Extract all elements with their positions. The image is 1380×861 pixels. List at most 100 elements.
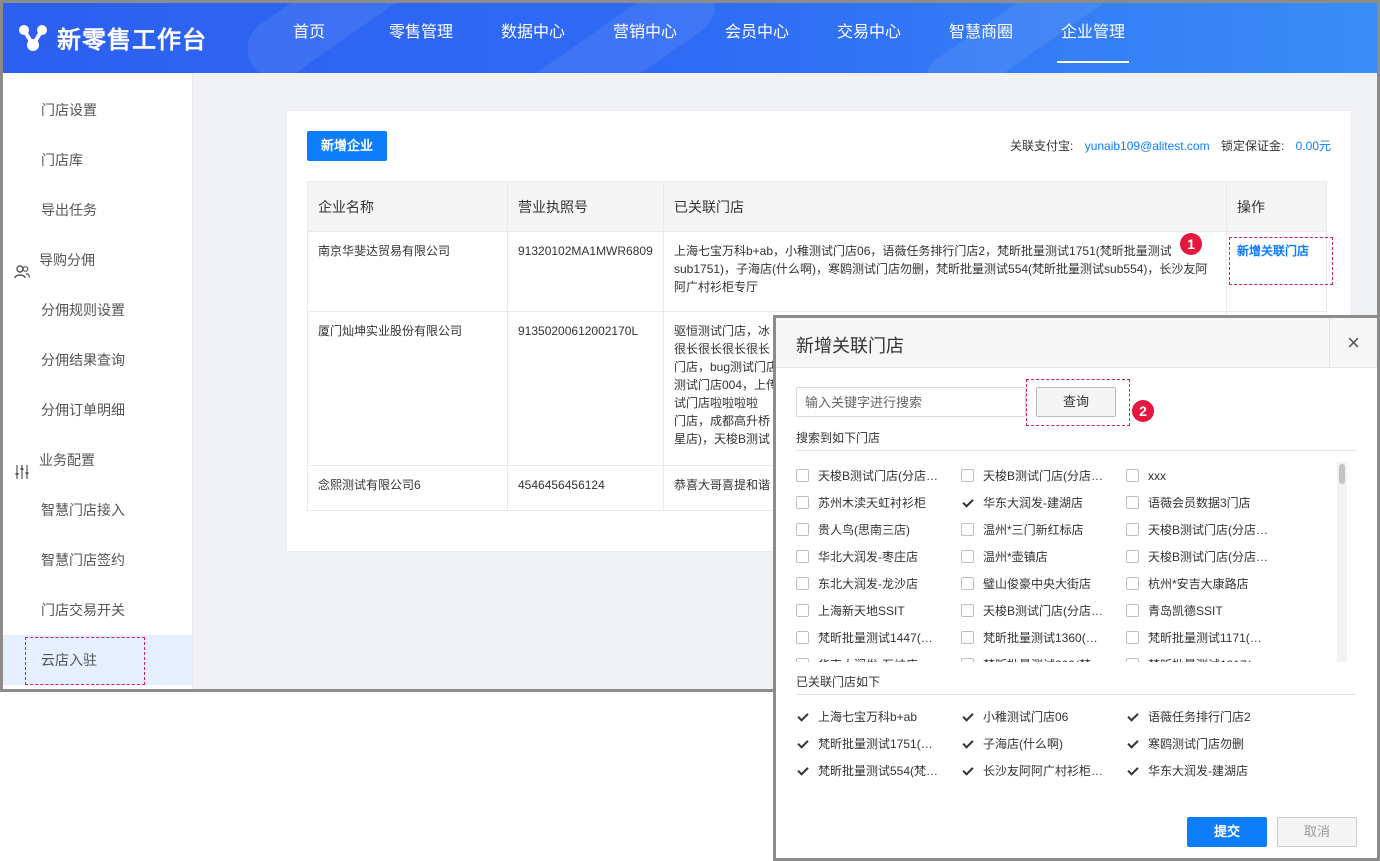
store-name: 寒鸥测试门店勿删 [1148,737,1245,751]
store-checkbox-item[interactable]: 天梭B测试门店(分店… [1126,543,1291,570]
store-checkbox-item[interactable]: 华东大润发-建湖店 [961,489,1126,516]
nav-item[interactable]: 数据中心 [497,3,569,63]
checkbox[interactable] [796,604,809,617]
sidebar-group[interactable]: 导购分佣 [3,235,192,285]
checkbox[interactable] [961,469,974,482]
sidebar-item[interactable]: 门店库 [3,135,192,185]
store-name: 温州*三门新红标店 [983,523,1084,537]
checkbox[interactable] [796,496,809,509]
store-checkbox-item[interactable]: 梵昕批量测试554(梵… [796,757,961,784]
checkbox[interactable] [796,577,809,590]
checkbox[interactable] [1126,469,1139,482]
store-checkbox-item[interactable]: 梵昕批量测试1817(… [1126,651,1291,662]
store-checkbox-item[interactable]: 梵昕批量测试1171(… [1126,624,1291,651]
store-checkbox-item[interactable]: 子海店(什么啊) [961,730,1126,757]
checkbox[interactable] [796,469,809,482]
store-checkbox-item[interactable]: 上海新天地SSIT [796,597,961,624]
sidebar-item[interactable]: 门店交易开关 [3,585,192,635]
store-checkbox-item[interactable]: 华北大润发-枣庄店 [796,543,961,570]
store-checkbox-item[interactable]: 天梭B测试门店(分店… [1126,516,1291,543]
sidebar-item[interactable]: 分佣订单明细 [3,385,192,435]
checkbox[interactable] [961,496,974,509]
dialog-header: 新增关联门店 × [776,318,1377,368]
checkbox[interactable] [796,737,809,750]
checkbox[interactable] [1126,764,1139,777]
checkbox[interactable] [961,658,974,662]
store-checkbox-item[interactable]: 梵昕批量测试909(梵… [961,651,1126,662]
close-icon[interactable]: × [1329,318,1377,368]
nav-item[interactable]: 会员中心 [721,3,793,63]
nav-item[interactable]: 企业管理 [1057,3,1129,63]
checkbox[interactable] [1126,737,1139,750]
checkbox[interactable] [1126,631,1139,644]
checkbox[interactable] [796,658,809,662]
nav-item[interactable]: 交易中心 [833,3,905,63]
store-checkbox-item[interactable]: 贵人鸟(思南三店) [796,516,961,543]
checkbox[interactable] [1126,577,1139,590]
store-checkbox-item[interactable]: 璧山俊豪中央大街店 [961,570,1126,597]
checkbox[interactable] [1126,658,1139,662]
submit-button[interactable]: 提交 [1187,817,1267,847]
nav-item[interactable]: 首页 [273,3,345,63]
sidebar-item[interactable]: 分佣结果查询 [3,335,192,385]
sidebar-item[interactable]: 智慧门店签约 [3,535,192,585]
sidebar-group[interactable]: 业务配置 [3,435,192,485]
checkbox[interactable] [961,631,974,644]
store-checkbox-item[interactable]: 语薇会员数据3门店 [1126,489,1291,516]
checkbox[interactable] [961,577,974,590]
cancel-button[interactable]: 取消 [1277,817,1357,847]
store-checkbox-item[interactable]: 梵昕批量测试1751(… [796,730,961,757]
checkbox[interactable] [1126,496,1139,509]
nav-item[interactable]: 营销中心 [609,3,681,63]
store-checkbox-item[interactable]: 华南大润发-石岐店 [796,651,961,662]
store-checkbox-item[interactable]: 杭州*安吉大康路店 [1126,570,1291,597]
store-checkbox-item[interactable]: xxx [1126,462,1291,489]
store-checkbox-item[interactable]: 梵昕批量测试1360(… [961,624,1126,651]
store-checkbox-item[interactable]: 天梭B测试门店(分店… [796,462,961,489]
nav-item[interactable]: 零售管理 [385,3,457,63]
results-scrollbar[interactable] [1337,462,1347,662]
sidebar-item[interactable]: 导出任务 [3,185,192,235]
store-checkbox-item[interactable]: 华东大润发-建湖店 [1126,757,1291,784]
checkbox[interactable] [961,710,974,723]
add-enterprise-button[interactable]: 新增企业 [307,131,387,161]
store-name: 梵昕批量测试1360(… [983,631,1098,645]
app-logo[interactable]: 新零售工作台 [17,19,207,55]
checkbox[interactable] [1126,550,1139,563]
store-checkbox-item[interactable]: 东北大润发-龙沙店 [796,570,961,597]
sidebar-item[interactable]: 分佣规则设置 [3,285,192,335]
store-checkbox-item[interactable]: 青岛凯德SSIT [1126,597,1291,624]
checkbox[interactable] [1126,523,1139,536]
sidebar-item[interactable]: 门店设置 [3,85,192,135]
checkbox[interactable] [961,523,974,536]
nav-item[interactable]: 智慧商圈 [945,3,1017,63]
checkbox[interactable] [961,764,974,777]
store-checkbox-item[interactable]: 温州*壶镇店 [961,543,1126,570]
search-results-list[interactable]: 天梭B测试门店(分店… 天梭B测试门店(分店… xxx 苏州木渎天虹衬衫柜 华东大润发-… [796,462,1351,662]
checkbox[interactable] [961,604,974,617]
sidebar-item-label: 分佣规则设置 [41,302,125,318]
store-checkbox-item[interactable]: 长沙友阿阿广村衫柜… [961,757,1126,784]
store-search-input[interactable] [796,387,1026,417]
checkbox[interactable] [796,764,809,777]
sidebar-item[interactable]: 智慧门店接入 [3,485,192,535]
checkbox[interactable] [796,710,809,723]
checkbox[interactable] [961,550,974,563]
store-checkbox-item[interactable]: 梵昕批量测试1447(… [796,624,961,651]
store-checkbox-item[interactable]: 苏州木渎天虹衬衫柜 [796,489,961,516]
store-checkbox-item[interactable]: 小稚测试门店06 [961,703,1126,730]
store-checkbox-item[interactable]: 语薇任务排行门店2 [1126,703,1291,730]
store-checkbox-item[interactable]: 上海七宝万科b+ab [796,703,961,730]
checkbox[interactable] [1126,710,1139,723]
checkbox[interactable] [1126,604,1139,617]
store-checkbox-item[interactable]: 天梭B测试门店(分店… [961,597,1126,624]
store-checkbox-item[interactable]: 寒鸥测试门店勿删 [1126,730,1291,757]
checkbox[interactable] [796,523,809,536]
checkbox[interactable] [796,631,809,644]
highlight-cloud-store [25,637,145,685]
dialog-title: 新增关联门店 [796,336,904,356]
checkbox[interactable] [796,550,809,563]
store-checkbox-item[interactable]: 天梭B测试门店(分店… [961,462,1126,489]
checkbox[interactable] [961,737,974,750]
store-checkbox-item[interactable]: 温州*三门新红标店 [961,516,1126,543]
